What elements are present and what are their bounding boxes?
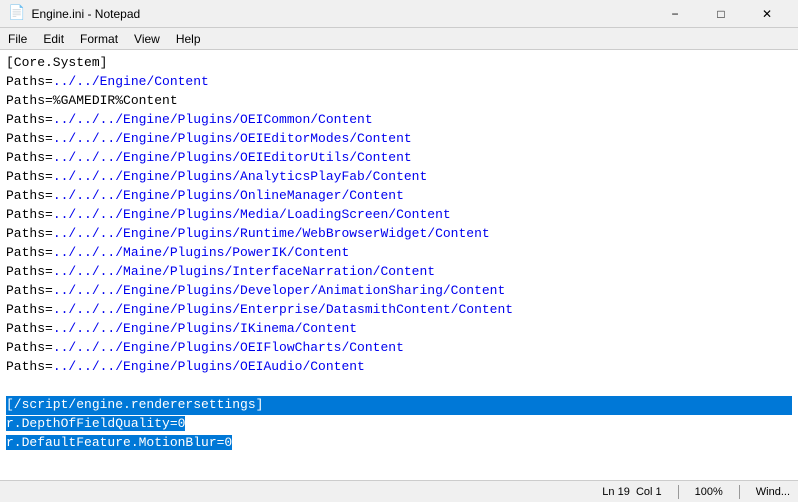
editor-line: Paths=../../../Engine/Plugins/OEIEditorU… [6, 149, 792, 168]
editor-line: Paths=../../../Engine/Plugins/OEIAudio/C… [6, 358, 792, 377]
editor-line: Paths=../../../Engine/Plugins/OnlineMana… [6, 187, 792, 206]
menu-edit[interactable]: Edit [35, 28, 72, 49]
close-button[interactable]: ✕ [744, 0, 790, 28]
editor-line: [/script/engine.renderersettings] [6, 396, 792, 415]
editor-line: Paths=../../../Engine/Plugins/Runtime/We… [6, 225, 792, 244]
editor-line: Paths=../../../Engine/Plugins/Enterprise… [6, 301, 792, 320]
title-bar: 📄 Engine.ini - Notepad − □ ✕ [0, 0, 798, 28]
editor-line: Paths=../../../Engine/Plugins/IKinema/Co… [6, 320, 792, 339]
app-icon: 📄 [8, 5, 25, 22]
editor-line: Paths=../../../Maine/Plugins/InterfaceNa… [6, 263, 792, 282]
status-bar: Ln 19 Col 1 100% Wind... [0, 480, 798, 502]
menu-bar: File Edit Format View Help [0, 28, 798, 50]
editor-line: Paths=../../../Engine/Plugins/Developer/… [6, 282, 792, 301]
menu-view[interactable]: View [126, 28, 168, 49]
editor-line: Paths=../../../Engine/Plugins/OEICommon/… [6, 111, 792, 130]
text-editor[interactable]: [Core.System]Paths=../../Engine/ContentP… [0, 50, 798, 480]
status-zoom: 100% [695, 486, 723, 498]
editor-line: [Core.System] [6, 54, 792, 73]
menu-format[interactable]: Format [72, 28, 126, 49]
editor-line: Paths=../../../Engine/Plugins/OEIFlowCha… [6, 339, 792, 358]
editor-line: Paths=../../../Engine/Plugins/Media/Load… [6, 206, 792, 225]
editor-line: Paths=../../../Maine/Plugins/PowerIK/Con… [6, 244, 792, 263]
editor-line: r.DepthOfFieldQuality=0 [6, 415, 792, 434]
window-controls: − □ ✕ [652, 0, 790, 28]
window-title: Engine.ini - Notepad [31, 7, 140, 21]
status-ln-col: Ln 19 Col 1 [602, 486, 661, 498]
editor-line [6, 377, 792, 396]
editor-line: Paths=%GAMEDIR%Content [6, 92, 792, 111]
menu-file[interactable]: File [0, 28, 35, 49]
editor-line: r.DefaultFeature.MotionBlur=0 [6, 434, 792, 453]
status-line-ending: Wind... [756, 486, 790, 498]
status-divider-2 [739, 485, 740, 499]
editor-line: Paths=../../Engine/Content [6, 73, 792, 92]
editor-area: [Core.System]Paths=../../Engine/ContentP… [0, 50, 798, 480]
status-divider-1 [678, 485, 679, 499]
minimize-button[interactable]: − [652, 0, 698, 28]
maximize-button[interactable]: □ [698, 0, 744, 28]
menu-help[interactable]: Help [168, 28, 209, 49]
editor-line: Paths=../../../Engine/Plugins/AnalyticsP… [6, 168, 792, 187]
editor-line: Paths=../../../Engine/Plugins/OEIEditorM… [6, 130, 792, 149]
